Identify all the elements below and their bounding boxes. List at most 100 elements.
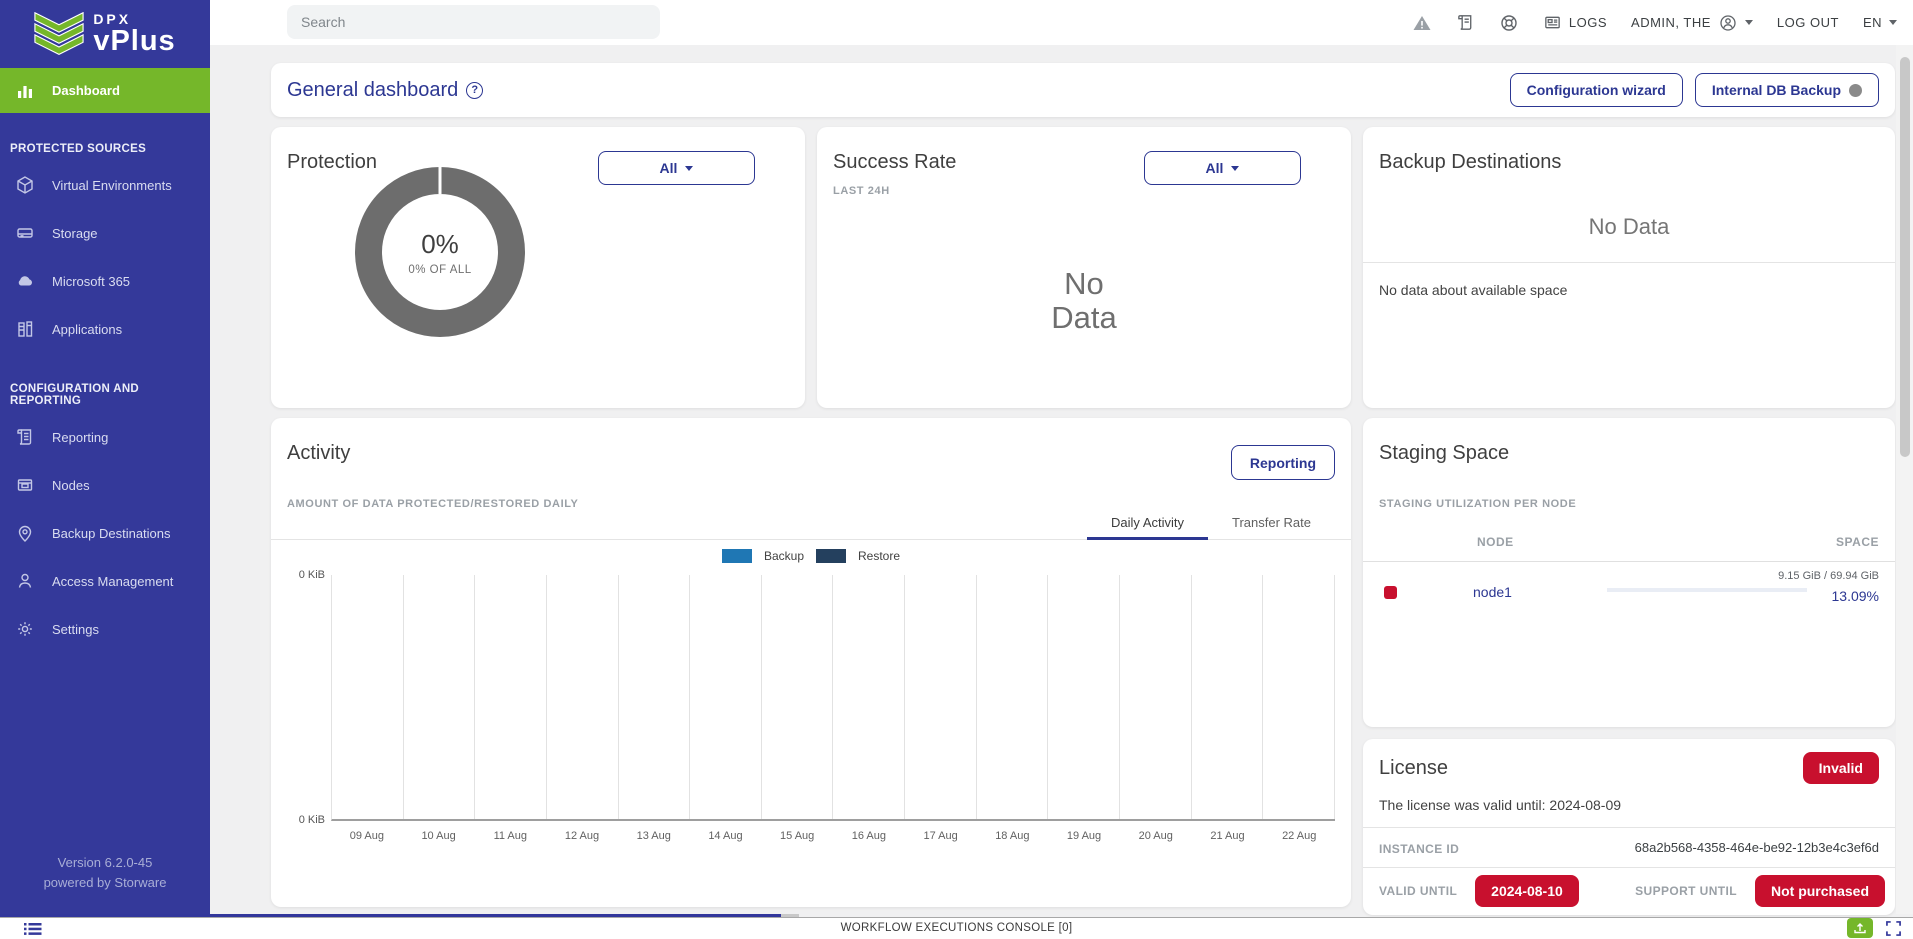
node-usage-progressbar [1607, 588, 1807, 592]
console-popout-button[interactable] [1847, 918, 1873, 938]
activity-subtitle: AMOUNT OF DATA PROTECTED/RESTORED DAILY [287, 498, 578, 510]
sidebar-heading-protected-sources: PROTECTED SOURCES [0, 143, 210, 155]
avatar-icon [1718, 13, 1738, 33]
language-selector[interactable]: EN [1863, 15, 1897, 30]
version-number: Version 6.2.0-45 [0, 853, 210, 873]
x-tick-label: 21 Aug [1192, 830, 1264, 842]
topbar: LOGS ADMIN, THE LOG OUT EN [210, 0, 1913, 45]
configuration-wizard-button[interactable]: Configuration wizard [1510, 73, 1683, 107]
status-dot-icon [1849, 84, 1862, 97]
vertical-scrollbar-track[interactable] [1896, 45, 1913, 914]
logs-label: LOGS [1569, 15, 1607, 30]
sidebar-item-backup-destinations[interactable]: Backup Destinations [0, 509, 210, 557]
workflow-console-bar[interactable]: WORKFLOW EXECUTIONS CONSOLE [0] [0, 917, 1913, 939]
staging-subtitle: STAGING UTILIZATION PER NODE [1379, 498, 1576, 510]
help-icon[interactable]: ? [466, 82, 483, 99]
x-tick-label: 12 Aug [546, 830, 618, 842]
column-header-space: SPACE [1836, 535, 1879, 549]
fullscreen-icon[interactable] [1886, 921, 1901, 936]
activity-title: Activity [287, 442, 350, 465]
newspaper-icon [1543, 13, 1562, 32]
x-tick-label: 15 Aug [761, 830, 833, 842]
vertical-scrollbar-thumb[interactable] [1900, 57, 1910, 457]
sidebar-item-storage[interactable]: Storage [0, 209, 210, 257]
x-tick-label: 10 Aug [403, 830, 475, 842]
protection-percent: 0% [421, 229, 459, 260]
sidebar-item-nodes[interactable]: Nodes [0, 461, 210, 509]
protection-filter-dropdown[interactable]: All [598, 151, 755, 185]
success-rate-title: Success Rate [833, 151, 956, 174]
map-pin-icon [14, 522, 36, 544]
version-info: Version 6.2.0-45 powered by Storware [0, 853, 210, 893]
horizontal-scrollbar-thumb[interactable] [0, 914, 781, 917]
cloud-icon [14, 270, 36, 292]
sidebar-item-settings[interactable]: Settings [0, 605, 210, 653]
x-tick-label: 22 Aug [1263, 830, 1335, 842]
support-lifering-icon[interactable] [1499, 13, 1519, 33]
node-link[interactable]: node1 [1473, 584, 1512, 600]
legend-restore-swatch [816, 549, 846, 563]
sidebar-item-access-management[interactable]: Access Management [0, 557, 210, 605]
logs-button[interactable]: LOGS [1543, 13, 1607, 32]
protection-donut-chart: 0% 0% OF ALL [355, 167, 525, 337]
backup-destinations-no-data: No Data [1363, 214, 1895, 240]
sidebar: DPX vPlus Dashboard PROTECTED SOURCES Vi… [0, 0, 210, 917]
chevron-down-icon [1745, 20, 1753, 25]
warning-triangle-icon[interactable] [1412, 13, 1432, 33]
gear-icon [14, 618, 36, 640]
support-until-label: SUPPORT UNTIL [1635, 884, 1737, 898]
staging-title: Staging Space [1379, 442, 1509, 465]
user-icon [14, 570, 36, 592]
protection-card: Protection All 0% 0% OF ALL [271, 127, 805, 408]
activity-chart-plot [331, 575, 1335, 821]
valid-until-badge: 2024-08-10 [1475, 875, 1579, 907]
language-label: EN [1863, 15, 1882, 30]
user-label: ADMIN, THE [1631, 15, 1711, 30]
tab-daily-activity[interactable]: Daily Activity [1087, 506, 1208, 540]
sidebar-item-dashboard[interactable]: Dashboard [0, 68, 210, 113]
internal-db-backup-button[interactable]: Internal DB Backup [1695, 73, 1879, 107]
sidebar-item-microsoft-365[interactable]: Microsoft 365 [0, 257, 210, 305]
sidebar-item-applications[interactable]: Applications [0, 305, 210, 353]
protection-of-all: 0% OF ALL [408, 264, 471, 276]
staging-space-card: Staging Space STAGING UTILIZATION PER NO… [1363, 418, 1895, 727]
search-input[interactable] [287, 5, 660, 39]
chevron-down-icon [1889, 20, 1897, 25]
x-tick-label: 13 Aug [618, 830, 690, 842]
vplus-chevron-icon [34, 12, 84, 56]
logout-label: LOG OUT [1777, 15, 1839, 30]
column-header-node: NODE [1477, 535, 1514, 549]
sidebar-item-reporting[interactable]: Reporting [0, 413, 210, 461]
legend-backup-swatch [722, 549, 752, 563]
success-rate-no-data: No Data [817, 267, 1351, 335]
sidebar-item-label: Storage [52, 226, 98, 241]
sidebar-item-label: Applications [52, 322, 122, 337]
tab-transfer-rate[interactable]: Transfer Rate [1208, 506, 1335, 540]
page-title: General dashboard [287, 79, 458, 102]
logout-button[interactable]: LOG OUT [1777, 15, 1839, 30]
reporting-button[interactable]: Reporting [1231, 445, 1335, 480]
applications-icon [14, 318, 36, 340]
user-menu[interactable]: ADMIN, THE [1631, 13, 1753, 33]
x-tick-label: 20 Aug [1120, 830, 1192, 842]
backup-destinations-note: No data about available space [1379, 282, 1567, 298]
divider [1363, 827, 1895, 828]
y-axis-label-top: 0 KiB [285, 569, 325, 581]
success-rate-filter-dropdown[interactable]: All [1144, 151, 1301, 185]
license-status-badge: Invalid [1803, 752, 1879, 784]
nodes-icon [14, 474, 36, 496]
x-tick-label: 17 Aug [905, 830, 977, 842]
x-tick-label: 19 Aug [1048, 830, 1120, 842]
sidebar-item-label: Settings [52, 622, 99, 637]
sidebar-item-virtual-environments[interactable]: Virtual Environments [0, 161, 210, 209]
sidebar-item-label: Reporting [52, 430, 108, 445]
table-row: node1 9.15 GiB / 69.94 GiB 13.09% [1363, 562, 1895, 620]
report-scroll-icon[interactable] [1456, 13, 1475, 32]
sidebar-heading-configuration: CONFIGURATION AND REPORTING [0, 383, 210, 407]
license-message: The license was valid until: 2024-08-09 [1379, 797, 1621, 813]
sidebar-item-label: Dashboard [52, 83, 120, 98]
support-until-badge: Not purchased [1755, 875, 1885, 907]
brand-name-bottom: vPlus [93, 27, 175, 56]
brand-logo[interactable]: DPX vPlus [0, 0, 210, 68]
horizontal-scrollbar-track[interactable] [781, 914, 799, 917]
